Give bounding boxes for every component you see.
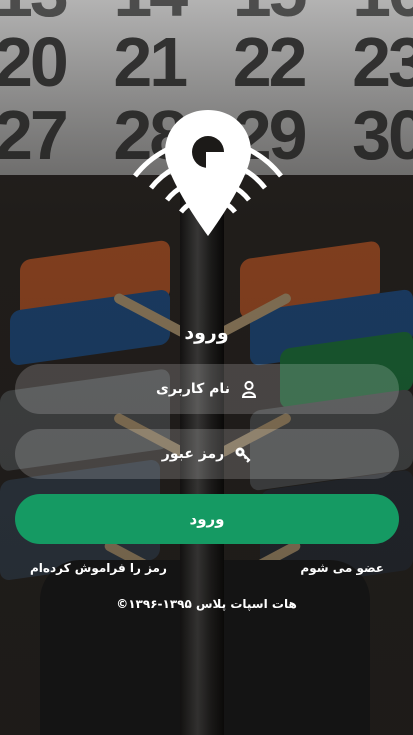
password-placeholder: رمز عبور [161, 446, 225, 462]
location-pin-wifi-icon [133, 110, 283, 236]
register-link[interactable]: عضو می شوم [300, 561, 384, 575]
login-title: ورود [184, 322, 229, 344]
login-button[interactable]: ورود [15, 494, 399, 544]
copyright-text: ©۱۳۹۶-۱۳۹۵ هات اسپات پلاس [116, 597, 297, 611]
username-field[interactable]: نام کاربری [15, 364, 399, 414]
username-placeholder: نام کاربری [156, 381, 230, 397]
key-icon [235, 447, 251, 463]
password-field[interactable]: رمز عبور [15, 429, 399, 479]
forgot-password-link[interactable]: رمز را فراموش کرده‌ام [30, 561, 167, 575]
user-icon [241, 380, 256, 398]
